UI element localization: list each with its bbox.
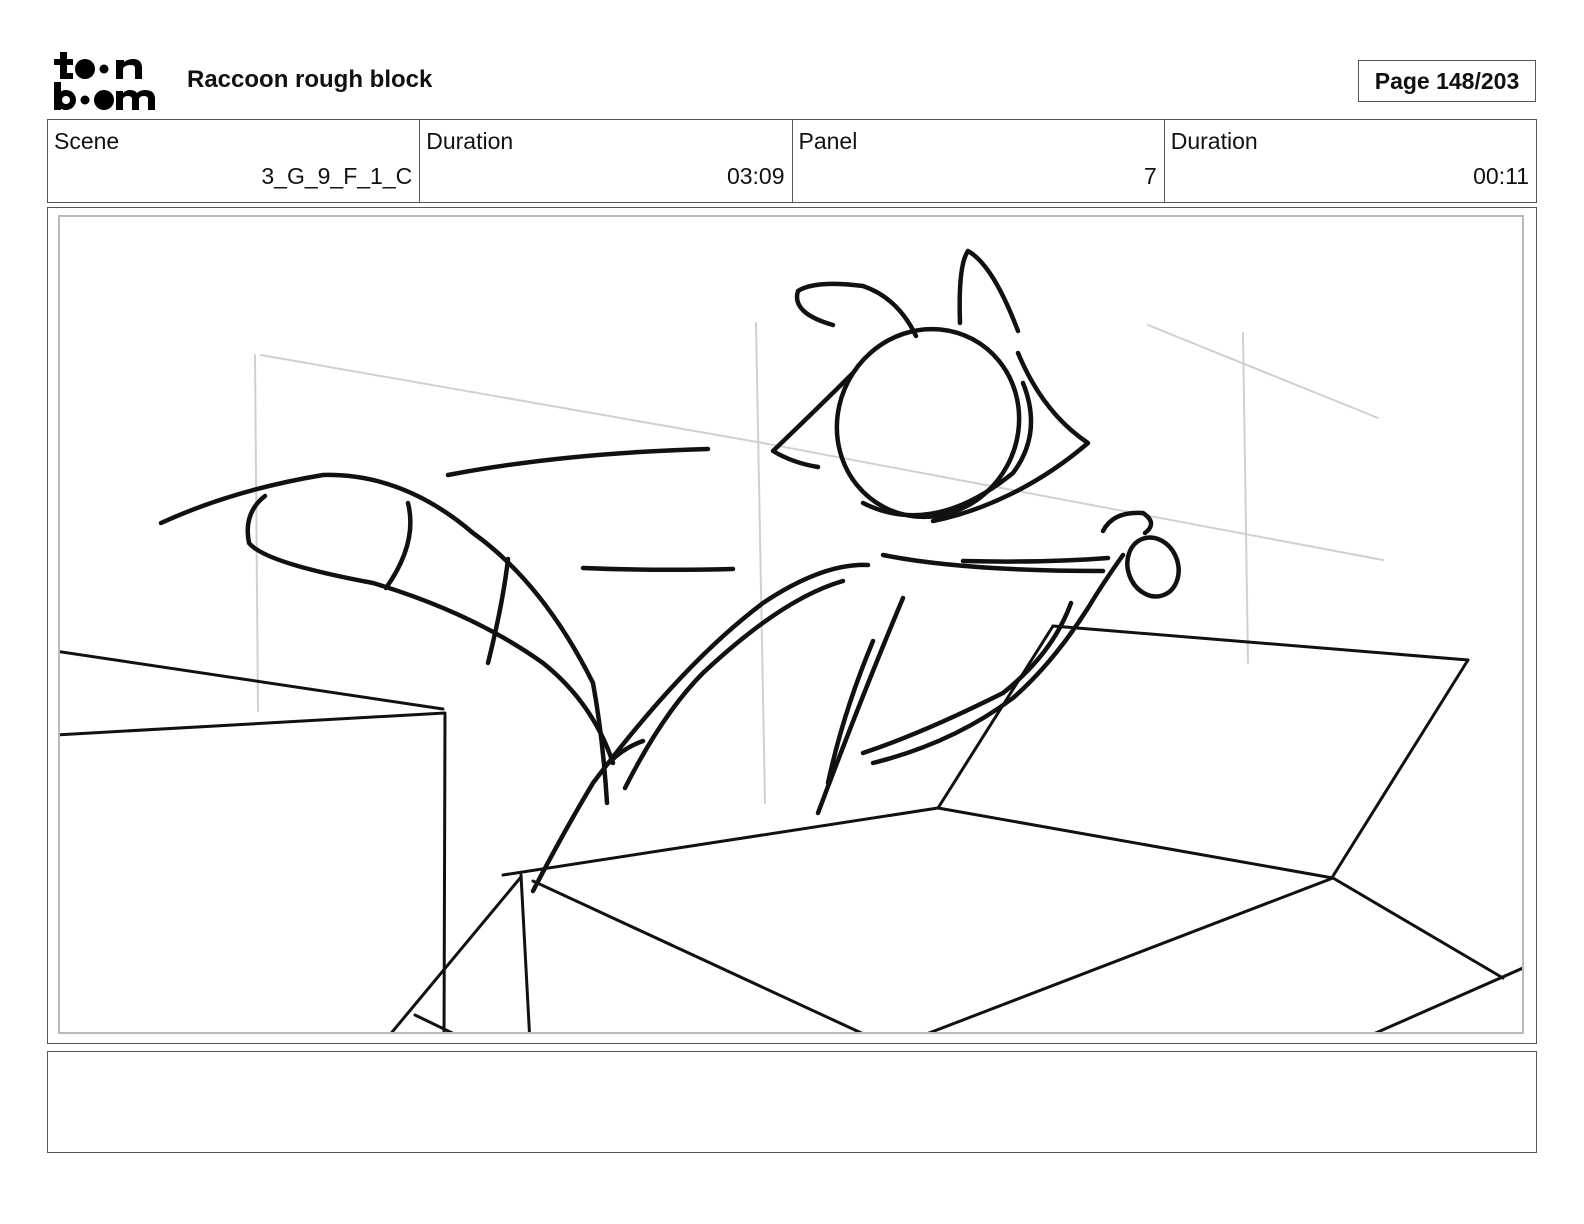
scene-info-table: Scene 3_G_9_F_1_C Duration 03:09 Panel 7… [47, 119, 1537, 203]
scene-duration-value: 03:09 [726, 163, 785, 189]
panel-duration-label: Duration [1170, 128, 1258, 154]
panel-label: Panel [798, 128, 858, 154]
scene-value: 3_G_9_F_1_C [261, 163, 413, 189]
toonboom-logo [52, 50, 164, 112]
scene-label: Scene [54, 128, 120, 154]
storyboard-panel [47, 207, 1537, 1044]
panel-cell: Panel 7 [793, 120, 1165, 202]
document-title: Raccoon rough block [187, 66, 433, 93]
panel-value: 7 [1143, 163, 1157, 189]
page-indicator: Page 148/203 [1358, 60, 1536, 102]
panel-duration-cell: Duration 00:11 [1165, 120, 1536, 202]
panel-notes-box[interactable] [47, 1051, 1537, 1153]
scene-cell: Scene 3_G_9_F_1_C [48, 120, 421, 202]
panel-drawing-area [58, 215, 1524, 1034]
raccoon-sketch-drawing [60, 248, 1522, 1032]
scene-duration-cell: Duration 03:09 [420, 120, 793, 202]
scene-duration-label: Duration [426, 128, 514, 154]
panel-duration-value: 00:11 [1473, 163, 1529, 189]
